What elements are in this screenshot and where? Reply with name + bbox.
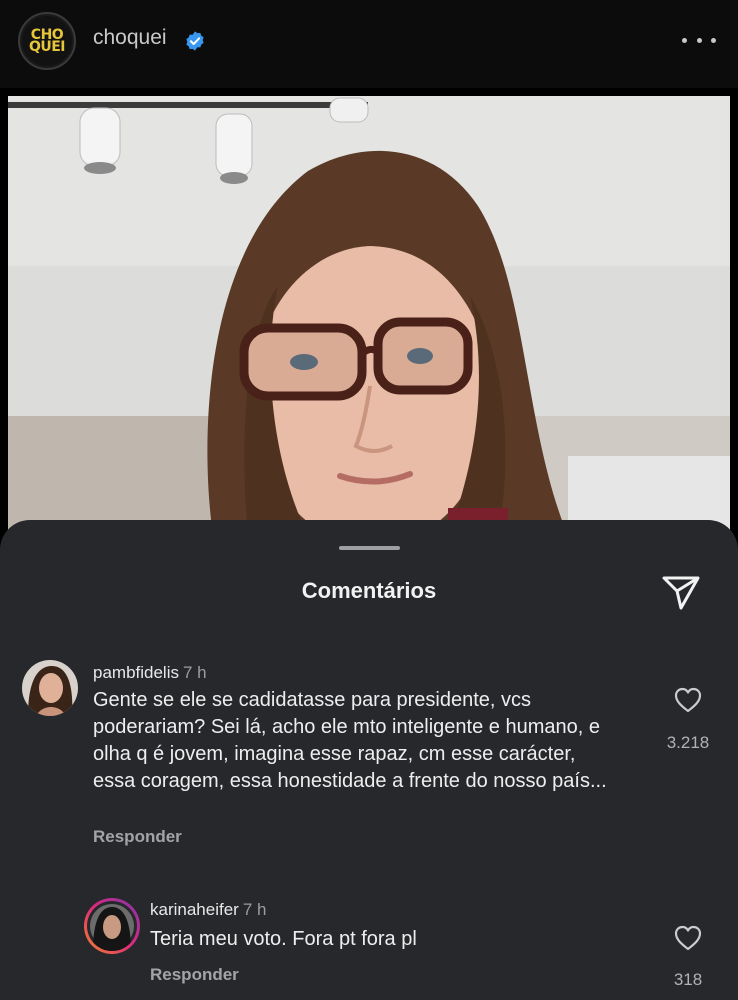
commenter-avatar[interactable] [84,898,140,954]
comment-time: 7 h [242,900,267,919]
comment-time: 7 h [183,663,207,682]
selfie-illustration [8,96,730,536]
logo-line-2: QUEI [28,39,66,55]
heart-icon[interactable] [673,924,703,952]
comment-username[interactable]: karinaheifer [150,900,239,919]
reply-button[interactable]: Responder [150,965,239,985]
comments-sheet: Comentários pambfidelis 7 h Gente se ele … [0,520,738,1000]
comment-username-line: karinaheifer 7 h [150,900,266,920]
heart-icon[interactable] [673,686,703,714]
comment-username-line: pambfidelis 7 h [93,663,207,683]
choquei-logo: CHO QUEI [22,16,72,66]
commenter-photo [87,901,137,951]
drag-handle[interactable] [339,546,400,550]
share-send-icon[interactable] [660,572,702,612]
commenter-photo [22,660,78,716]
verified-badge-icon [186,31,204,51]
account-avatar[interactable]: CHO QUEI [18,12,76,70]
reply-button[interactable]: Responder [93,827,182,847]
comment-username[interactable]: pambfidelis [93,663,179,682]
commenter-avatar[interactable] [22,660,78,716]
comment-text: Teria meu voto. Fora pt fora pl [150,928,417,950]
comments-title: Comentários [301,578,437,603]
post-image[interactable] [8,96,730,536]
like-count: 318 [673,970,703,989]
like-count: 3.218 [666,733,710,752]
more-options-icon[interactable] [682,30,716,50]
comment-text: Gente se ele se cadidatasse para preside… [93,689,607,792]
account-name[interactable]: choquei [93,26,167,50]
post-header: CHO QUEI choquei [0,0,738,88]
